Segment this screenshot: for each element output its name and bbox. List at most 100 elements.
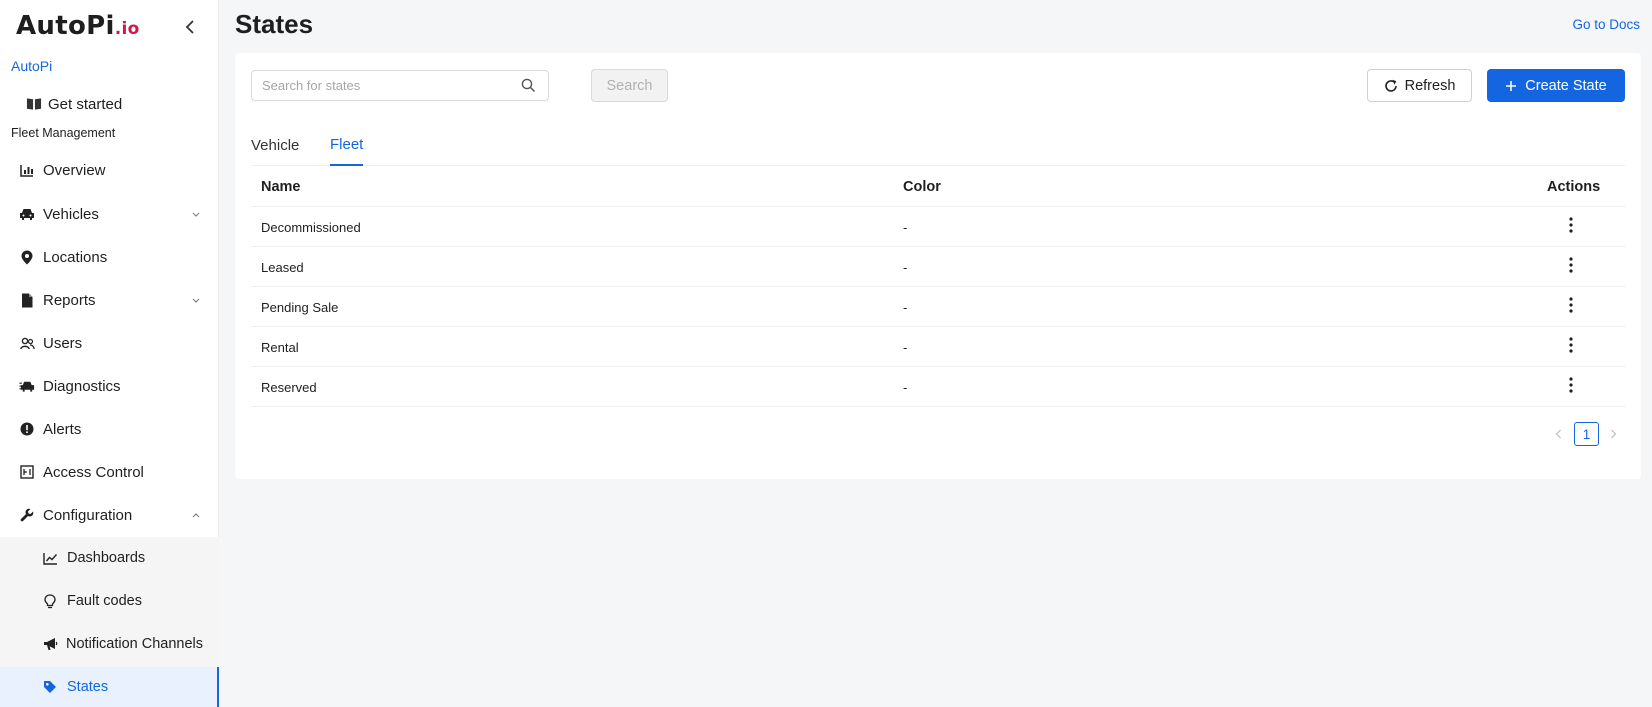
row-actions-button[interactable] bbox=[1566, 255, 1576, 275]
sidebar-item-label: Fault codes bbox=[67, 593, 142, 609]
users-icon bbox=[19, 335, 35, 351]
search-button[interactable]: Search bbox=[591, 69, 668, 102]
create-state-label: Create State bbox=[1525, 77, 1607, 94]
sidebar-item-locations[interactable]: Locations bbox=[0, 237, 219, 277]
sidebar-item-users[interactable]: Users bbox=[0, 323, 219, 363]
chevron-left-icon bbox=[1555, 429, 1561, 439]
table-row: Leased - bbox=[251, 247, 1625, 287]
more-vertical-icon bbox=[1569, 377, 1573, 393]
chevron-up-icon bbox=[191, 510, 201, 520]
refresh-label: Refresh bbox=[1404, 77, 1456, 94]
sidebar-item-label: Overview bbox=[43, 161, 106, 179]
tab-vehicle[interactable]: Vehicle bbox=[251, 125, 299, 166]
sidebar-item-label: Vehicles bbox=[43, 205, 99, 223]
page-number-button[interactable]: 1 bbox=[1574, 422, 1599, 446]
sidebar-item-get-started[interactable]: Get started bbox=[0, 84, 219, 124]
states-card: Search Refresh Create State Vehicle Flee… bbox=[235, 53, 1641, 479]
autopi-logo[interactable]: AutoPi.io bbox=[16, 11, 140, 41]
sidebar-subitem-dashboards[interactable]: Dashboards bbox=[0, 538, 219, 578]
car-icon bbox=[19, 206, 35, 222]
section-fleet-management: Fleet Management bbox=[11, 126, 116, 140]
sidebar-item-label: States bbox=[67, 679, 109, 695]
sidebar-item-reports[interactable]: Reports bbox=[0, 280, 219, 320]
sidebar-item-diagnostics[interactable]: Diagnostics bbox=[0, 366, 219, 406]
sidebar-item-label: Notification Channels bbox=[66, 636, 204, 652]
row-actions-button[interactable] bbox=[1566, 295, 1576, 315]
create-state-button[interactable]: Create State bbox=[1487, 69, 1625, 102]
more-vertical-icon bbox=[1569, 297, 1573, 313]
tag-icon bbox=[42, 679, 58, 695]
sidebar-item-label: Alerts bbox=[43, 420, 82, 438]
megaphone-icon bbox=[42, 636, 58, 652]
table-row: Rental - bbox=[251, 327, 1625, 367]
sidebar-item-label: Users bbox=[43, 334, 83, 352]
sidebar-item-label: Access Control bbox=[43, 463, 144, 481]
collapse-sidebar-button[interactable] bbox=[180, 16, 200, 38]
state-name: Rental bbox=[261, 339, 299, 355]
sidebar-item-configuration[interactable]: Configuration bbox=[0, 495, 219, 535]
states-table: Name Color Actions Decommissioned - Leas… bbox=[251, 167, 1625, 407]
refresh-icon bbox=[1384, 79, 1397, 92]
refresh-button[interactable]: Refresh bbox=[1367, 69, 1472, 102]
chart-icon bbox=[19, 162, 35, 178]
chevron-right-icon bbox=[1610, 429, 1616, 439]
column-header-color: Color bbox=[903, 179, 941, 195]
access-control-icon bbox=[19, 464, 35, 480]
state-color: - bbox=[903, 379, 908, 395]
row-actions-button[interactable] bbox=[1566, 215, 1576, 235]
more-vertical-icon bbox=[1569, 337, 1573, 353]
tab-fleet[interactable]: Fleet bbox=[330, 125, 364, 166]
plus-icon bbox=[1506, 80, 1517, 91]
sidebar-item-access-control[interactable]: Access Control bbox=[0, 452, 219, 492]
sidebar-subitem-fault-codes[interactable]: Fault codes bbox=[0, 581, 219, 621]
state-name: Decommissioned bbox=[261, 219, 361, 235]
lightbulb-icon bbox=[42, 593, 58, 609]
state-name: Pending Sale bbox=[261, 299, 339, 315]
table-row: Reserved - bbox=[251, 367, 1625, 407]
go-to-docs-link[interactable]: Go to Docs bbox=[1572, 17, 1640, 32]
table-row: Pending Sale - bbox=[251, 287, 1625, 327]
organization-name[interactable]: AutoPi bbox=[11, 58, 52, 74]
sidebar-item-vehicles[interactable]: Vehicles bbox=[0, 194, 219, 234]
row-actions-button[interactable] bbox=[1566, 335, 1576, 355]
state-color: - bbox=[903, 299, 908, 315]
state-type-tabs: Vehicle Fleet bbox=[251, 125, 1625, 166]
state-color: - bbox=[903, 339, 908, 355]
logo-main-text: AutoPi bbox=[16, 11, 115, 41]
search-field[interactable] bbox=[251, 70, 549, 101]
sidebar-item-alerts[interactable]: Alerts bbox=[0, 409, 219, 449]
more-vertical-icon bbox=[1569, 257, 1573, 273]
chevron-down-icon bbox=[191, 295, 201, 305]
sidebar-item-label: Dashboards bbox=[67, 550, 146, 566]
table-row: Decommissioned - bbox=[251, 207, 1625, 247]
column-header-actions: Actions bbox=[1547, 179, 1601, 195]
map-pin-icon bbox=[19, 249, 35, 265]
sidebar: AutoPi.io AutoPi Get started Fleet Manag… bbox=[0, 0, 219, 707]
sidebar-subitem-states[interactable]: States bbox=[0, 667, 219, 707]
page-title: States bbox=[235, 9, 314, 39]
logo-suffix-text: .io bbox=[114, 19, 140, 39]
sidebar-item-label: Get started bbox=[48, 95, 123, 113]
car-diagnostic-icon bbox=[19, 378, 35, 394]
previous-page-button[interactable] bbox=[1551, 427, 1565, 441]
sidebar-item-label: Configuration bbox=[43, 506, 133, 524]
wrench-icon bbox=[19, 507, 35, 523]
sidebar-item-label: Reports bbox=[43, 291, 96, 309]
sidebar-item-overview[interactable]: Overview bbox=[0, 150, 219, 190]
row-actions-button[interactable] bbox=[1566, 375, 1576, 395]
alert-icon bbox=[19, 421, 35, 437]
state-color: - bbox=[903, 259, 908, 275]
sidebar-item-label: Locations bbox=[43, 248, 108, 266]
state-color: - bbox=[903, 219, 908, 235]
chevron-down-icon bbox=[191, 209, 201, 219]
table-header: Name Color Actions bbox=[251, 167, 1625, 207]
search-icon bbox=[521, 78, 536, 93]
next-page-button[interactable] bbox=[1606, 427, 1620, 441]
book-icon bbox=[26, 96, 42, 112]
state-name: Reserved bbox=[261, 379, 317, 395]
sidebar-subitem-notification-channels[interactable]: Notification Channels bbox=[0, 624, 219, 664]
logo-row: AutoPi.io bbox=[0, 0, 219, 56]
state-name: Leased bbox=[261, 259, 304, 275]
line-chart-icon bbox=[42, 550, 58, 566]
search-input[interactable] bbox=[252, 71, 548, 100]
